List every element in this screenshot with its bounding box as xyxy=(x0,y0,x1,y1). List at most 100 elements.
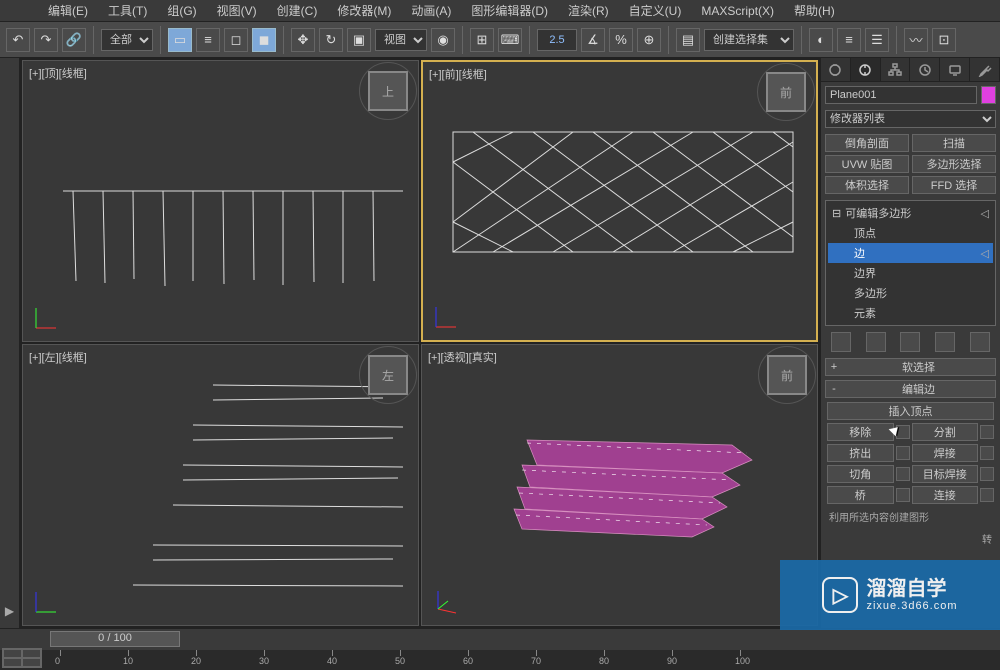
rotate-button[interactable]: ↻ xyxy=(319,28,343,52)
chamfer-settings[interactable] xyxy=(896,467,910,481)
stack-polygon[interactable]: 多边形 xyxy=(828,283,993,303)
link-button[interactable]: 🔗 xyxy=(62,28,86,52)
viewport-top[interactable]: [+][顶][线框] 上 xyxy=(22,60,419,342)
stack-element[interactable]: 元素 xyxy=(828,303,993,323)
timeline-ruler[interactable]: 0102030405060708090100 xyxy=(0,650,1000,670)
pin-stack-button[interactable] xyxy=(831,332,851,352)
extrude-settings[interactable] xyxy=(896,446,910,460)
mod-poly-select[interactable]: 多边形选择 xyxy=(912,155,996,173)
extrude-button[interactable]: 挤出 xyxy=(827,444,894,462)
menu-group[interactable]: 组(G) xyxy=(157,2,206,19)
menu-edit[interactable]: 编辑(E) xyxy=(38,2,98,19)
watermark-title: 溜溜自学 xyxy=(866,578,957,600)
schematic-view-button[interactable]: ⊡ xyxy=(932,28,956,52)
viewcube-persp[interactable]: 前 xyxy=(767,355,807,395)
split-settings[interactable] xyxy=(980,425,994,439)
menu-customize[interactable]: 自定义(U) xyxy=(619,2,692,19)
scale-button[interactable]: ▣ xyxy=(347,28,371,52)
watermark: ▷ 溜溜自学 zixue.3d66.com xyxy=(780,560,1000,630)
manipulate-button[interactable]: ⊞ xyxy=(470,28,494,52)
menu-animation[interactable]: 动画(A) xyxy=(401,2,461,19)
split-button[interactable]: 分割 xyxy=(912,423,979,441)
select-by-name-button[interactable]: ≡ xyxy=(196,28,220,52)
viewport-front[interactable]: [+][前][线框] 前 xyxy=(421,60,818,342)
tab-utilities[interactable] xyxy=(970,58,1000,81)
connect-settings[interactable] xyxy=(980,488,994,502)
chamfer-button[interactable]: 切角 xyxy=(827,465,894,483)
remove-button[interactable]: 移除 xyxy=(827,423,894,441)
mod-sweep[interactable]: 扫描 xyxy=(912,134,996,152)
pivot-button[interactable]: ◉ xyxy=(431,28,455,52)
remove-settings[interactable] xyxy=(896,425,910,439)
target-weld-settings[interactable] xyxy=(980,467,994,481)
spinner-snap-button[interactable]: ⊕ xyxy=(637,28,661,52)
mod-vol-select[interactable]: 体积选择 xyxy=(825,176,909,194)
move-button[interactable]: ✥ xyxy=(291,28,315,52)
selection-filter-dropdown[interactable]: 全部 xyxy=(101,29,153,51)
mod-bevel-profile[interactable]: 倒角剖面 xyxy=(825,134,909,152)
mod-uvw-map[interactable]: UVW 贴图 xyxy=(825,155,909,173)
stack-border[interactable]: 边界 xyxy=(828,263,993,283)
target-weld-button[interactable]: 目标焊接 xyxy=(912,465,979,483)
modifier-stack[interactable]: ⊟可编辑多边形◁ 顶点 边◁ 边界 多边形 元素 xyxy=(825,200,996,326)
window-crossing-button[interactable]: ◼ xyxy=(252,28,276,52)
menu-render[interactable]: 渲染(R) xyxy=(558,2,619,19)
coord-system-dropdown[interactable]: 视图 xyxy=(375,29,427,51)
time-slider[interactable]: 0 / 100 xyxy=(20,629,1000,650)
object-color-swatch[interactable] xyxy=(981,86,996,104)
rectangle-select-button[interactable]: ◻ xyxy=(224,28,248,52)
time-slider-handle[interactable]: 0 / 100 xyxy=(50,631,180,647)
connect-button[interactable]: 连接 xyxy=(912,486,979,504)
redo-button[interactable]: ↷ xyxy=(34,28,58,52)
expand-arrow-icon[interactable]: ▶ xyxy=(5,604,14,618)
modifier-list-dropdown[interactable]: 修改器列表 xyxy=(825,110,996,128)
undo-button[interactable]: ↶ xyxy=(6,28,30,52)
mirror-button[interactable]: ◐ xyxy=(809,28,833,52)
stack-vertex[interactable]: 顶点 xyxy=(828,223,993,243)
align-button[interactable]: ≡ xyxy=(837,28,861,52)
bridge-button[interactable]: 桥 xyxy=(827,486,894,504)
layer-button[interactable]: ☰ xyxy=(865,28,889,52)
spinner-snap-value[interactable] xyxy=(537,29,577,51)
viewcube-front[interactable]: 前 xyxy=(766,72,806,112)
tab-display[interactable] xyxy=(940,58,970,81)
weld-button[interactable]: 焊接 xyxy=(912,444,979,462)
menu-graph-editor[interactable]: 图形编辑器(D) xyxy=(461,2,558,19)
show-end-result-button[interactable] xyxy=(866,332,886,352)
tab-hierarchy[interactable] xyxy=(881,58,911,81)
object-name-input[interactable] xyxy=(825,86,977,104)
viewport-left[interactable]: [+][左][线框] 左 xyxy=(22,344,419,626)
viewcube-left[interactable]: 左 xyxy=(368,355,408,395)
tab-create[interactable] xyxy=(821,58,851,81)
tab-modify[interactable] xyxy=(851,58,881,81)
weld-settings[interactable] xyxy=(980,446,994,460)
configure-sets-button[interactable] xyxy=(970,332,990,352)
percent-snap-button[interactable]: % xyxy=(609,28,633,52)
stack-root[interactable]: ⊟可编辑多边形◁ xyxy=(828,203,993,223)
viewport-perspective[interactable]: [+][透视][真实] 前 xyxy=(421,344,818,626)
remove-modifier-button[interactable] xyxy=(935,332,955,352)
tab-motion[interactable] xyxy=(910,58,940,81)
angle-snap-button[interactable]: ∡ xyxy=(581,28,605,52)
insert-vertex-button[interactable]: 插入顶点 xyxy=(827,402,994,420)
axis-gizmo-persp xyxy=(430,587,460,617)
rollup-edit-edge-header[interactable]: -编辑边 xyxy=(825,380,996,398)
menu-help[interactable]: 帮助(H) xyxy=(784,2,845,19)
menu-maxscript[interactable]: MAXScript(X) xyxy=(691,4,784,18)
mod-ffd-select[interactable]: FFD 选择 xyxy=(912,176,996,194)
stack-edge[interactable]: 边◁ xyxy=(828,243,993,263)
select-object-button[interactable]: ▭ xyxy=(168,28,192,52)
menu-view[interactable]: 视图(V) xyxy=(207,2,267,19)
menu-tools[interactable]: 工具(T) xyxy=(98,2,157,19)
bridge-settings[interactable] xyxy=(896,488,910,502)
keyboard-shortcut-button[interactable]: ⌨ xyxy=(498,28,522,52)
make-unique-button[interactable] xyxy=(900,332,920,352)
menu-modifier[interactable]: 修改器(M) xyxy=(327,2,401,19)
rollup-soft-selection-header[interactable]: +软选择 xyxy=(825,358,996,376)
viewport-layout-button[interactable] xyxy=(2,648,42,668)
curve-editor-button[interactable]: 〰 xyxy=(904,28,928,52)
viewcube-top[interactable]: 上 xyxy=(368,71,408,111)
named-selection-button[interactable]: ▤ xyxy=(676,28,700,52)
menu-create[interactable]: 创建(C) xyxy=(267,2,328,19)
named-selection-dropdown[interactable]: 创建选择集 xyxy=(704,29,794,51)
